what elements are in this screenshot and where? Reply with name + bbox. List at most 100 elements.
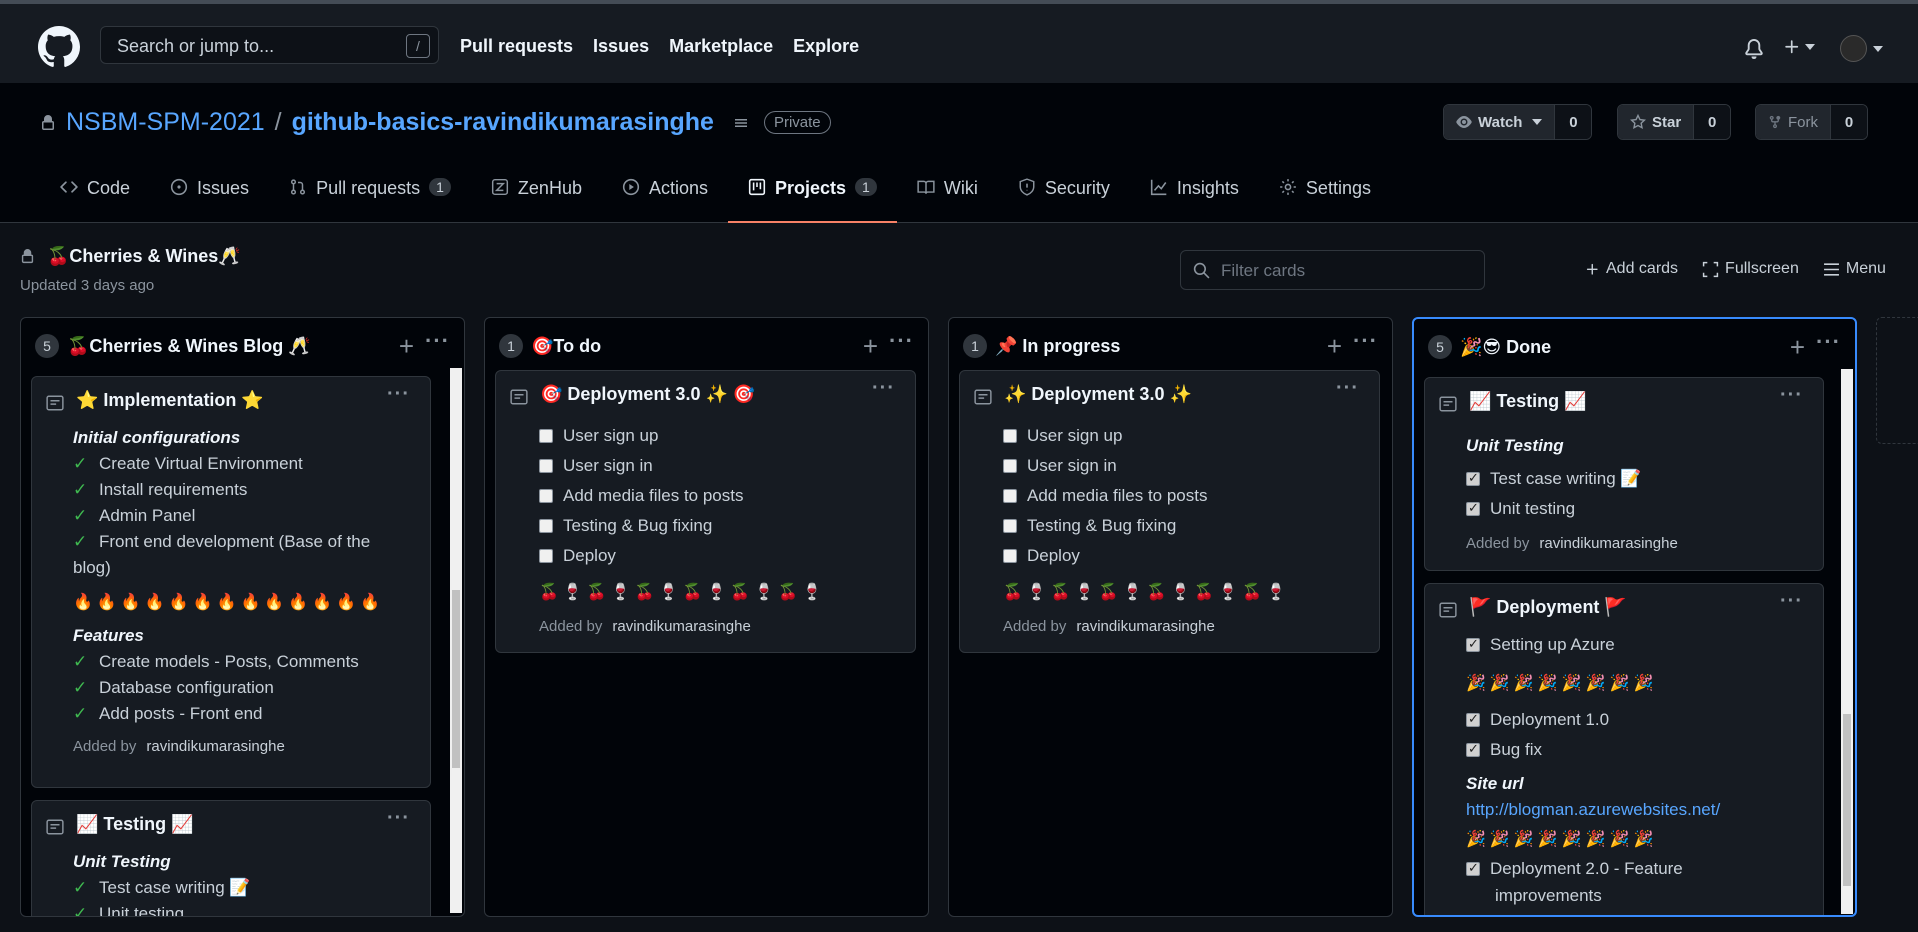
nav-pull-requests[interactable]: Pull requests xyxy=(460,36,573,57)
task-checkbox[interactable] xyxy=(1003,459,1017,473)
menu-label: Menu xyxy=(1845,260,1886,277)
column-menu-button[interactable]: ··· xyxy=(425,328,450,354)
nav-explore[interactable]: Explore xyxy=(793,36,859,57)
task-checkbox[interactable] xyxy=(539,489,553,503)
project-name[interactable]: 🍒Cherries & Wines🥂 xyxy=(47,246,241,267)
author-link[interactable]: ravindikumarasinghe xyxy=(146,738,284,755)
fork-label: Fork xyxy=(1788,113,1818,131)
site-url-link[interactable]: http://blogman.azurewebsites.net/ xyxy=(1466,797,1720,823)
add-card-button[interactable]: + xyxy=(863,331,878,362)
project-card[interactable]: ··· ⭐ Implementation ⭐ Initial configura… xyxy=(31,376,431,788)
tab-wiki[interactable]: Wiki xyxy=(897,178,998,223)
list-icon[interactable] xyxy=(732,115,750,131)
star-count[interactable]: 0 xyxy=(1694,105,1731,139)
column-scrollbar[interactable] xyxy=(1841,369,1853,914)
card-menu-button[interactable]: ··· xyxy=(387,383,410,406)
column-menu-button[interactable]: ··· xyxy=(1816,329,1841,355)
task-item: User sign up xyxy=(1003,421,1290,451)
add-card-button[interactable]: + xyxy=(1790,332,1805,363)
task-checkbox[interactable] xyxy=(539,549,553,563)
repo-owner-link[interactable]: NSBM-SPM-2021 xyxy=(66,108,265,137)
card-menu-button[interactable]: ··· xyxy=(872,377,895,400)
scrollbar-thumb[interactable] xyxy=(1843,714,1851,886)
tab-zenhub[interactable]: ZenHub xyxy=(471,178,602,223)
project-card[interactable]: ··· 📈 Testing 📈 Unit Testing ✓ Test case … xyxy=(31,800,431,916)
section-heading: Unit Testing xyxy=(73,852,171,871)
github-logo-icon[interactable] xyxy=(38,26,83,71)
task-checkbox-checked[interactable] xyxy=(1466,500,1480,516)
add-column-placeholder[interactable] xyxy=(1876,317,1918,444)
author-link[interactable]: ravindikumarasinghe xyxy=(1539,535,1677,552)
watch-count[interactable]: 0 xyxy=(1555,105,1592,139)
item-text: User sign up xyxy=(1027,426,1123,445)
tab-issues[interactable]: Issues xyxy=(150,178,269,223)
task-checkbox[interactable] xyxy=(539,459,553,473)
user-menu[interactable] xyxy=(1840,35,1883,62)
column-menu-button[interactable]: ··· xyxy=(1353,328,1378,354)
bell-icon[interactable] xyxy=(1744,38,1764,60)
tab-security[interactable]: Security xyxy=(998,178,1130,223)
column-title: 🎯To do xyxy=(531,335,602,356)
menu-button[interactable]: Menu xyxy=(1823,260,1886,278)
task-checkbox[interactable] xyxy=(539,429,553,443)
tab-settings[interactable]: Settings xyxy=(1259,178,1391,223)
add-card-button[interactable]: + xyxy=(1327,331,1342,362)
card-menu-button[interactable]: ··· xyxy=(1780,590,1803,613)
chevron-down-icon xyxy=(1805,44,1815,50)
tab-insights[interactable]: Insights xyxy=(1130,178,1259,223)
task-checkbox-checked[interactable] xyxy=(1466,636,1480,652)
task-checkbox-checked[interactable] xyxy=(1466,711,1480,727)
search-input[interactable]: Search or jump to... / xyxy=(100,26,439,64)
create-new-menu[interactable] xyxy=(1783,38,1815,56)
fullscreen-button[interactable]: Fullscreen xyxy=(1702,260,1799,278)
fork-count[interactable]: 0 xyxy=(1831,105,1867,139)
section-heading: Site url xyxy=(1466,774,1524,793)
card-menu-button[interactable]: ··· xyxy=(1780,384,1803,407)
tab-actions[interactable]: Actions xyxy=(602,178,728,223)
project-column: 1 🎯To do + ··· ··· 🎯 Deployment 3.0 ✨ 🎯 … xyxy=(484,317,929,917)
task-item: User sign in xyxy=(539,451,826,481)
nav-issues[interactable]: Issues xyxy=(593,36,649,57)
tab-label: Pull requests xyxy=(316,178,421,198)
tab-pull-requests[interactable]: Pull requests 1 xyxy=(269,178,471,223)
fullscreen-icon xyxy=(1702,261,1719,277)
tab-code[interactable]: Code xyxy=(40,178,150,223)
filter-cards-input[interactable]: Filter cards xyxy=(1180,250,1485,290)
author-link[interactable]: ravindikumarasinghe xyxy=(612,618,750,635)
task-checkbox-checked[interactable] xyxy=(1466,470,1480,486)
task-checkbox[interactable] xyxy=(1003,549,1017,563)
task-checkbox[interactable] xyxy=(1003,519,1017,533)
column-menu-button[interactable]: ··· xyxy=(889,328,914,354)
add-card-button[interactable]: + xyxy=(399,331,414,362)
column-scrollbar[interactable] xyxy=(450,368,462,913)
tab-projects[interactable]: Projects 1 xyxy=(728,178,897,223)
repo-name-link[interactable]: github-basics-ravindikumarasinghe xyxy=(292,108,714,137)
added-by-prefix: Added by xyxy=(1466,534,1530,552)
add-cards-button[interactable]: Add cards xyxy=(1585,260,1678,278)
item-text: User sign in xyxy=(563,456,653,475)
card-title: 🎯 Deployment 3.0 ✨ 🎯 xyxy=(540,384,756,404)
card-menu-button[interactable]: ··· xyxy=(387,807,410,830)
added-by-prefix: Added by xyxy=(73,737,137,755)
task-checkbox[interactable] xyxy=(1003,429,1017,443)
code-icon xyxy=(60,181,78,193)
task-checkbox-checked[interactable] xyxy=(1466,860,1480,876)
watch-button[interactable]: Watch xyxy=(1444,105,1556,139)
task-checkbox[interactable] xyxy=(539,519,553,533)
item-text: User sign in xyxy=(1027,456,1117,475)
project-column: 5 🍒Cherries & Wines Blog 🥂 + ··· ··· ⭐ I… xyxy=(20,317,465,917)
project-card[interactable]: ··· 🎯 Deployment 3.0 ✨ 🎯 User sign up Us… xyxy=(495,370,916,653)
card-menu-button[interactable]: ··· xyxy=(1336,377,1359,400)
star-button-group: Star 0 xyxy=(1617,104,1732,140)
card-body: Unit Testing ✓ Test case writing 📝 ✓ Unit … xyxy=(73,849,251,916)
star-button[interactable]: Star xyxy=(1618,105,1695,139)
task-checkbox[interactable] xyxy=(1003,489,1017,503)
fork-button[interactable]: Fork xyxy=(1756,105,1831,139)
project-card[interactable]: ··· 🚩 Deployment 🚩 Setting up Azure 🎉🎉🎉🎉… xyxy=(1424,583,1824,915)
task-checkbox-checked[interactable] xyxy=(1466,741,1480,757)
nav-marketplace[interactable]: Marketplace xyxy=(669,36,773,57)
project-card[interactable]: ··· 📈 Testing 📈 Unit Testing Test case w… xyxy=(1424,377,1824,571)
project-card[interactable]: ··· ✨ Deployment 3.0 ✨ User sign up User… xyxy=(959,370,1380,653)
scrollbar-thumb[interactable] xyxy=(452,590,460,768)
author-link[interactable]: ravindikumarasinghe xyxy=(1076,618,1214,635)
